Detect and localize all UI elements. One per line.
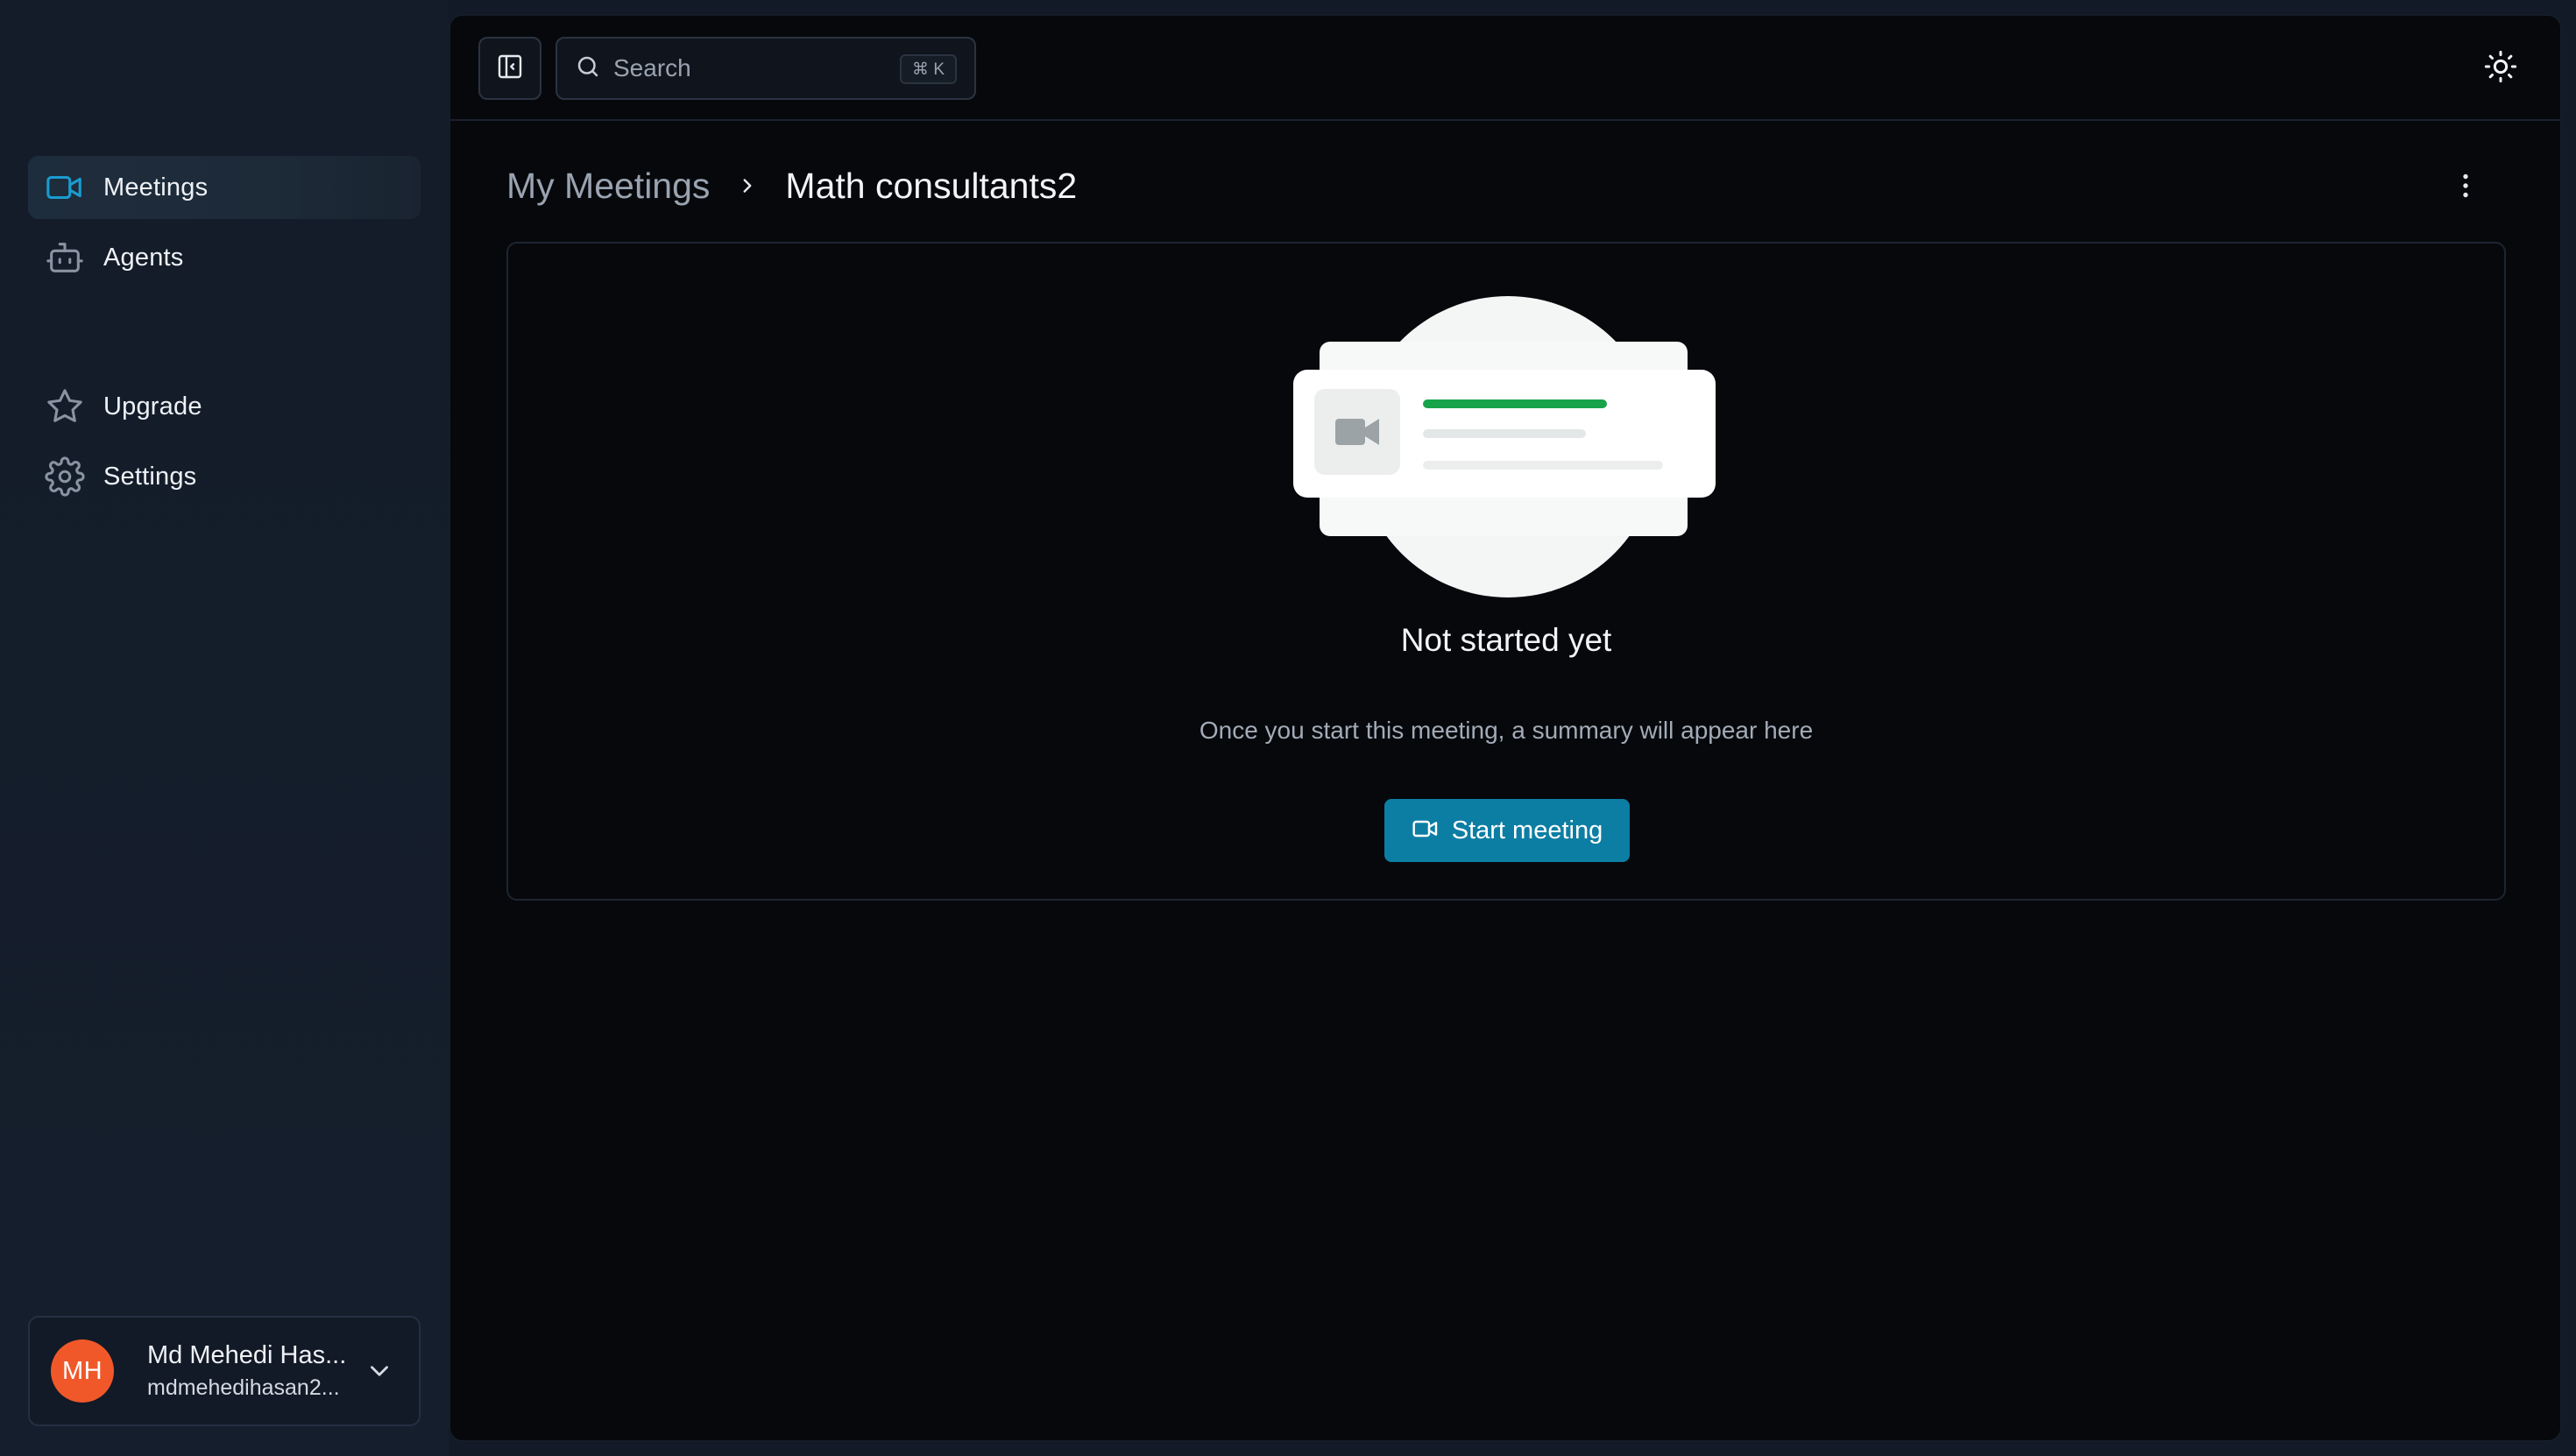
start-meeting-label: Start meeting	[1451, 816, 1603, 845]
chevron-down-icon	[364, 1356, 394, 1386]
sidebar-item-label: Agents	[103, 243, 184, 272]
user-menu-button[interactable]: MH Md Mehedi Has... mdmehedihasan2...	[28, 1316, 421, 1426]
keyboard-shortcut-badge: ⌘ K	[900, 54, 957, 84]
sidebar-item-settings[interactable]: Settings	[28, 445, 421, 508]
video-icon	[44, 166, 86, 209]
sidebar-item-label: Upgrade	[103, 392, 202, 421]
page-title: Math consultants2	[785, 165, 1078, 206]
empty-state-subtitle: Once you start this meeting, a summary w…	[1199, 717, 1814, 744]
breadcrumb-link-my-meetings[interactable]: My Meetings	[506, 166, 710, 207]
bot-icon	[44, 237, 86, 279]
sun-icon	[2483, 49, 2518, 88]
search-input[interactable]: Search ⌘ K	[556, 37, 976, 100]
user-email: mdmehedihasan2...	[147, 1375, 340, 1400]
chevron-right-icon	[736, 174, 759, 197]
sidebar-item-agents[interactable]: Agents	[28, 226, 421, 289]
more-options-button[interactable]	[2448, 170, 2483, 205]
sidebar-toggle-button[interactable]	[478, 37, 541, 100]
sidebar-item-label: Settings	[103, 462, 197, 491]
search-placeholder: Search	[613, 54, 691, 81]
empty-state-title: Not started yet	[1400, 622, 1612, 658]
top-bar: Search ⌘ K	[450, 16, 2560, 121]
more-vertical-icon	[2450, 170, 2481, 206]
start-meeting-button[interactable]: Start meeting	[1384, 799, 1630, 862]
avatar: MH	[51, 1339, 114, 1403]
theme-toggle-button[interactable]	[2480, 47, 2522, 89]
panel-left-icon	[496, 53, 524, 85]
gear-icon	[44, 456, 86, 498]
video-icon	[1412, 815, 1440, 847]
sidebar-item-upgrade[interactable]: Upgrade	[28, 375, 421, 438]
sidebar-item-meetings[interactable]: Meetings	[28, 156, 421, 219]
search-icon	[575, 53, 601, 84]
sidebar-item-label: Meetings	[103, 173, 209, 201]
empty-state-card: Not started yet Once you start this meet…	[506, 242, 2506, 901]
breadcrumb: My Meetings Math consultants2	[506, 159, 1077, 212]
user-name: Md Mehedi Has...	[147, 1341, 347, 1369]
user-info: Md Mehedi Has... mdmehedihasan2...	[147, 1341, 357, 1401]
app-root: Meetings Agents Upgrade Settings MH Md M…	[0, 0, 2576, 1456]
empty-state-illustration	[1293, 296, 1716, 597]
main-panel: Search ⌘ K My Meetings Math consultants2…	[449, 14, 2562, 1442]
star-icon	[44, 385, 86, 428]
sidebar: Meetings Agents Upgrade Settings MH Md M…	[0, 0, 449, 1456]
